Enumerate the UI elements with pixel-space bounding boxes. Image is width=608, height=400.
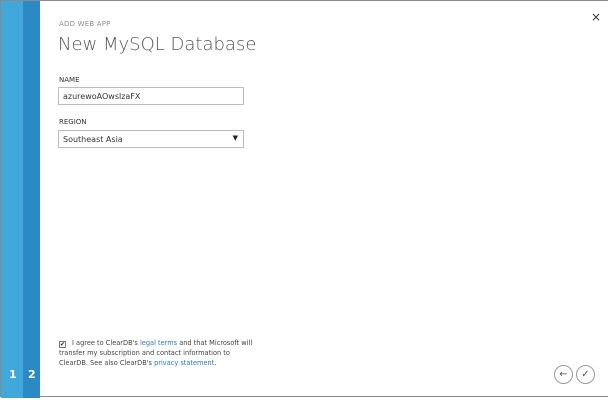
legal-terms-link[interactable]: legal terms xyxy=(140,339,177,347)
page-title: New MySQL Database xyxy=(58,34,257,55)
agreement-text-3: . xyxy=(214,359,217,367)
name-input[interactable]: azurewoAOwslzaFX xyxy=(58,87,244,105)
region-label: REGION xyxy=(59,118,87,126)
dialog-subtitle: ADD WEB APP xyxy=(59,20,111,28)
back-arrow-icon: ← xyxy=(559,369,568,380)
dropdown-arrow-icon: ▼ xyxy=(232,134,238,142)
back-button[interactable]: ← xyxy=(554,365,573,384)
step-2-number: 2 xyxy=(28,368,36,381)
privacy-statement-link[interactable]: privacy statement xyxy=(154,359,214,367)
agreement-text-1: I agree to ClearDB's xyxy=(72,339,140,347)
dialog: 1 2 × ADD WEB APP New MySQL Database NAM… xyxy=(0,0,608,398)
close-icon[interactable]: × xyxy=(591,10,601,24)
step-2-panel[interactable]: 2 xyxy=(23,1,40,398)
name-value: azurewoAOwslzaFX xyxy=(63,92,141,101)
name-label: NAME xyxy=(59,76,80,84)
step-1-panel[interactable]: 1 xyxy=(1,1,23,398)
step-1-number: 1 xyxy=(9,368,17,381)
agreement-text: ✔ I agree to ClearDB's legal terms and th… xyxy=(59,338,259,368)
agree-checkbox[interactable]: ✔ xyxy=(59,341,66,348)
confirm-button[interactable]: ✓ xyxy=(576,365,595,384)
region-select[interactable]: Southeast Asia ▼ xyxy=(58,130,244,148)
region-value: Southeast Asia xyxy=(63,135,123,144)
checkmark-icon: ✓ xyxy=(581,369,590,380)
